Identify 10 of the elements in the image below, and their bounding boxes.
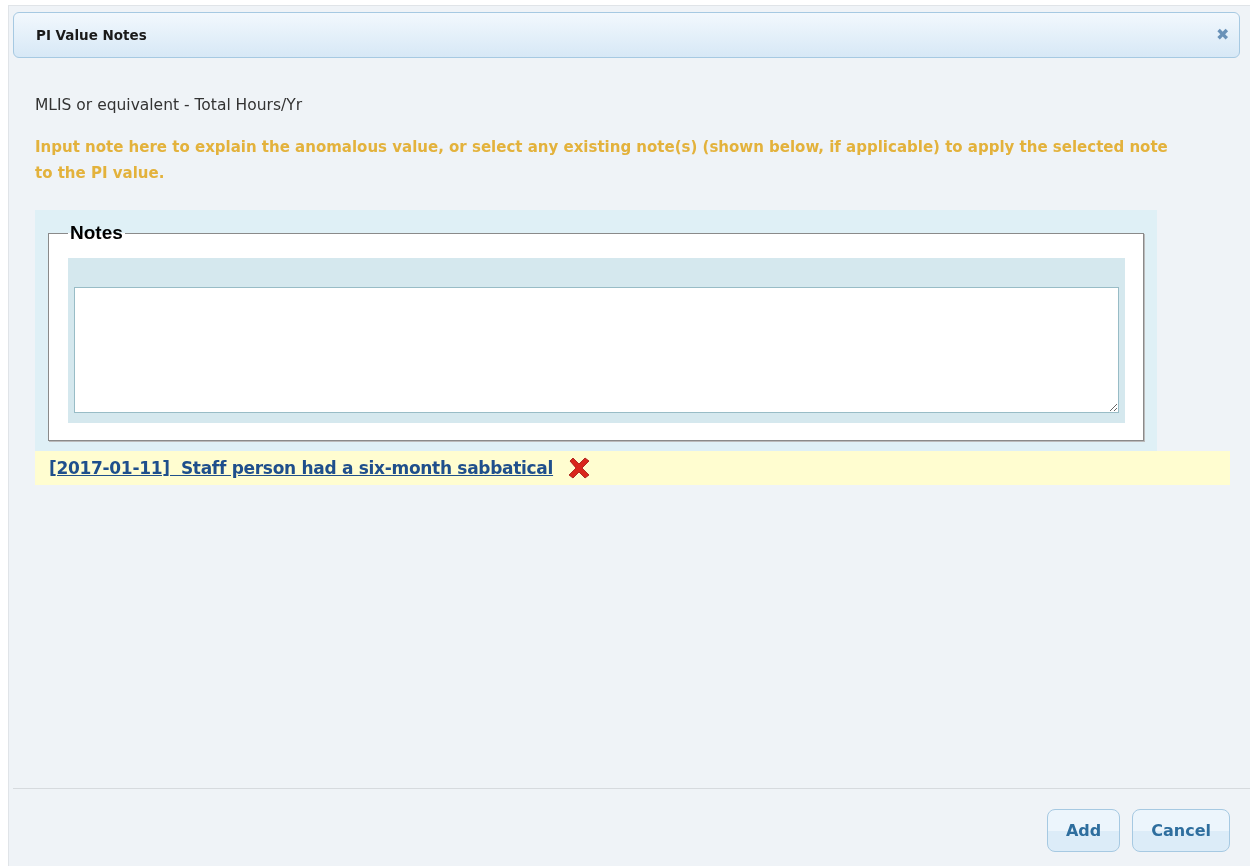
delete-cross-icon[interactable] [567,456,592,480]
instruction-text: Input note here to explain the anomalous value, or select any existing note(s) (shown below, if applicable) to apply the selected note to the PI value. [35,137,1169,184]
dialog-button[interactable]: Cancel [1132,809,1230,852]
dialog-button[interactable]: Add [1046,809,1121,852]
note-input-field[interactable] [74,287,1119,413]
dialog-title: PI Value Notes [36,27,147,43]
measure-name: MLIS or equivalent - Total Hours/Yr [35,96,304,114]
note-link[interactable]: [2017-01-11] Staff person had a six-month sabbatical [49,458,554,478]
close-button[interactable]: ✖ [1216,27,1229,43]
notes-legend: Notes [68,222,125,244]
